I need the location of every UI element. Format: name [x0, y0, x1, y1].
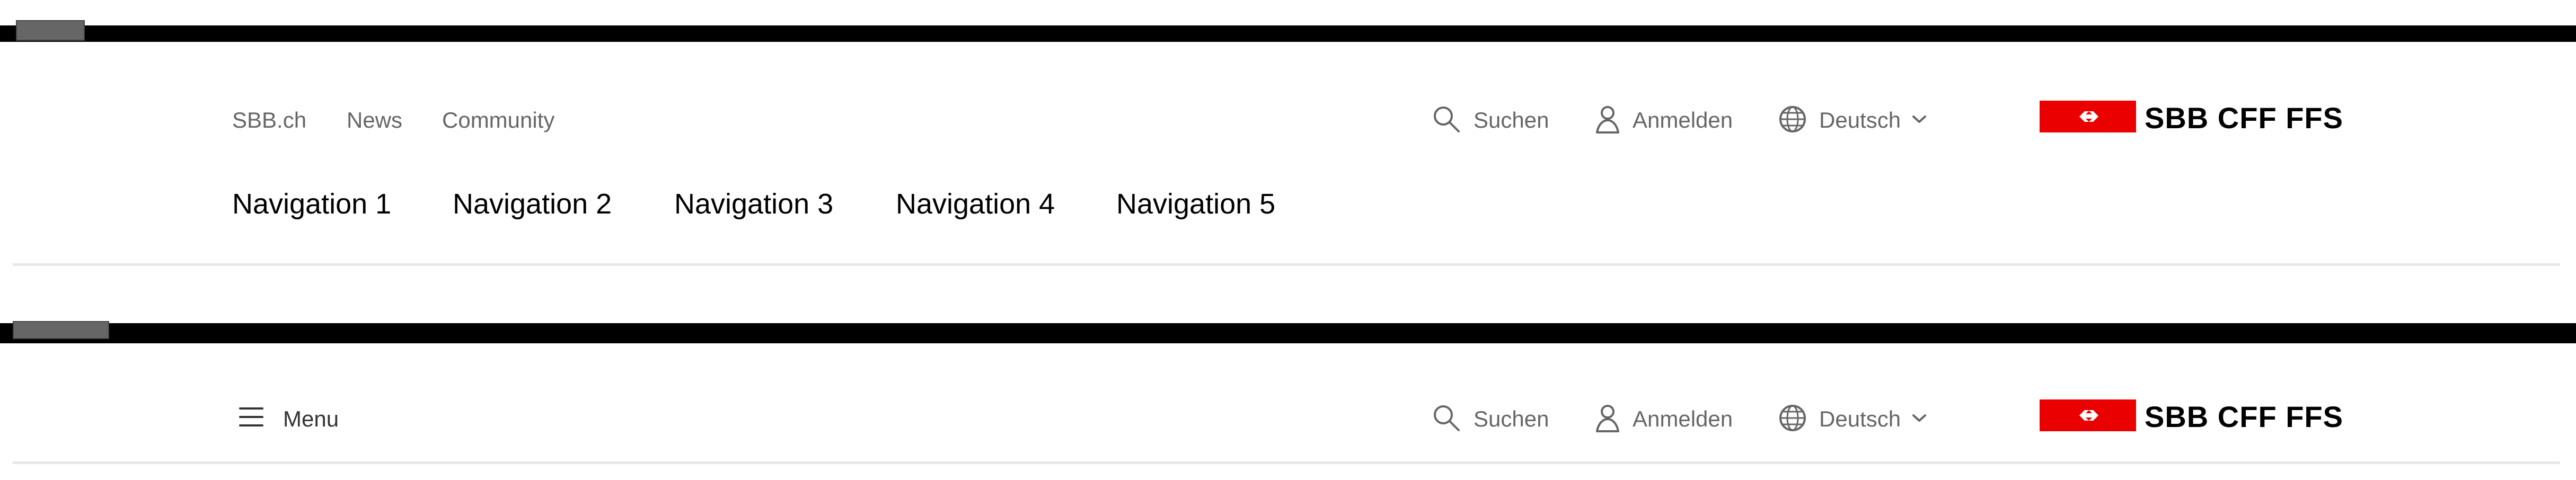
bottom-browser-tab-placeholder: [13, 321, 109, 339]
sbb-header-screenshot: SBB.ch News Community Suchen Anmelden De…: [0, 0, 2576, 480]
navigation-item-5[interactable]: Navigation 5: [1116, 190, 1275, 218]
menu-label[interactable]: Menu: [283, 408, 339, 430]
desktop-header-separator: [13, 263, 2560, 266]
mobile-header-separator: [13, 461, 2560, 464]
chevron-down-icon[interactable]: [1912, 114, 1927, 124]
meta-link-sbb[interactable]: SBB.ch: [232, 109, 306, 131]
login-label[interactable]: Anmelden: [1633, 408, 1733, 430]
sbb-logo-icon: [2079, 111, 2098, 122]
user-icon[interactable]: [1594, 105, 1621, 135]
user-icon[interactable]: [1594, 404, 1621, 433]
top-black-bar: [0, 25, 2576, 42]
bottom-black-bar: [0, 323, 2576, 343]
search-icon[interactable]: [1431, 104, 1462, 135]
search-label[interactable]: Suchen: [1474, 109, 1549, 131]
navigation-item-3[interactable]: Navigation 3: [674, 190, 833, 218]
top-browser-tab-placeholder: [16, 20, 85, 41]
language-label[interactable]: Deutsch: [1819, 109, 1901, 131]
search-icon[interactable]: [1431, 403, 1462, 433]
brand-wordmark: SBB CFF FFS: [2145, 101, 2343, 135]
meta-link-community[interactable]: Community: [442, 109, 554, 131]
sbb-logo-icon: [2079, 410, 2098, 421]
globe-icon[interactable]: [1778, 104, 1807, 134]
globe-icon[interactable]: [1778, 403, 1807, 433]
navigation-item-1[interactable]: Navigation 1: [232, 190, 391, 218]
chevron-down-icon[interactable]: [1912, 413, 1927, 423]
search-label[interactable]: Suchen: [1474, 408, 1549, 430]
navigation-item-4[interactable]: Navigation 4: [896, 190, 1055, 218]
menu-icon[interactable]: [238, 404, 264, 430]
login-label[interactable]: Anmelden: [1633, 109, 1733, 131]
meta-link-news[interactable]: News: [347, 109, 402, 131]
brand-wordmark: SBB CFF FFS: [2145, 400, 2343, 433]
language-label[interactable]: Deutsch: [1819, 408, 1901, 430]
navigation-item-2[interactable]: Navigation 2: [453, 190, 612, 218]
